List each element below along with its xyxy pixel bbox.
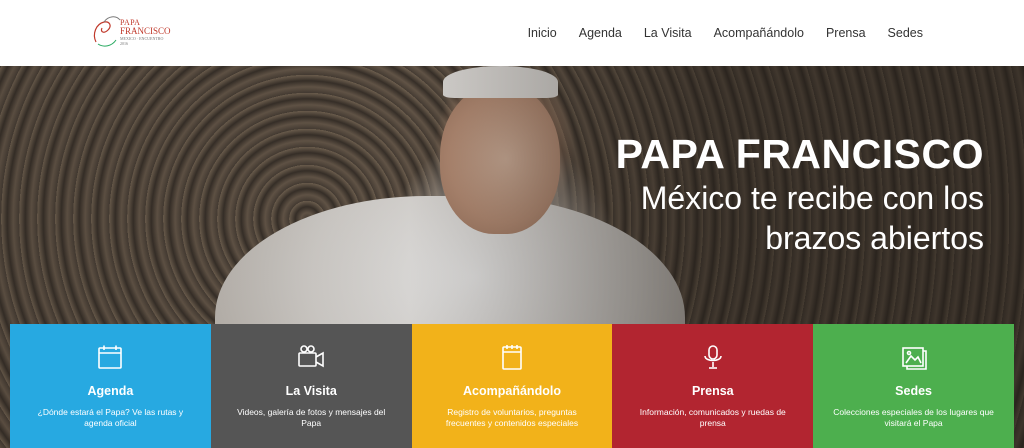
- nav-inicio[interactable]: Inicio: [517, 26, 568, 40]
- card-prensa-title: Prensa: [691, 384, 734, 398]
- nav-sedes[interactable]: Sedes: [877, 26, 934, 40]
- card-la-visita-desc: Videos, galería de fotos y mensajes del …: [237, 407, 386, 428]
- card-acompanandolo-title: Acompañándolo: [463, 384, 561, 398]
- logo-line-2: FRANCISCO: [120, 26, 171, 36]
- card-sedes[interactable]: Sedes Colecciones especiales de los luga…: [813, 324, 1014, 448]
- calendar-icon: [10, 344, 211, 370]
- nav-acompanandolo[interactable]: Acompañándolo: [703, 26, 815, 40]
- hero-subtitle-line-2: brazos abiertos: [765, 220, 984, 256]
- card-la-visita-title: La Visita: [285, 384, 337, 398]
- card-agenda-title: Agenda: [87, 384, 134, 398]
- papa-francisco-logo[interactable]: PAPA FRANCISCO MEXICO · ENCUENTRO 2016: [90, 12, 171, 54]
- card-acompanandolo[interactable]: Acompañándolo Registro de voluntarios, p…: [411, 324, 613, 448]
- microphone-icon: [612, 344, 813, 370]
- main-nav: Inicio Agenda La Visita Acompañándolo Pr…: [517, 0, 934, 66]
- nav-la-visita[interactable]: La Visita: [633, 26, 703, 40]
- hero-heading: PAPA FRANCISCO México te recibe con los …: [616, 130, 984, 258]
- site-header: PAPA FRANCISCO MEXICO · ENCUENTRO 2016 I…: [0, 0, 1024, 66]
- card-prensa[interactable]: Prensa Información, comunicados y ruedas…: [612, 324, 814, 448]
- nav-agenda[interactable]: Agenda: [568, 26, 633, 40]
- card-sedes-title: Sedes: [895, 384, 932, 398]
- card-sedes-desc: Colecciones especiales de los lugares qu…: [833, 407, 994, 428]
- card-agenda[interactable]: Agenda ¿Dónde estará el Papa? Ve las rut…: [10, 324, 211, 448]
- picture-icon: [813, 344, 1014, 370]
- card-la-visita[interactable]: La Visita Videos, galería de fotos y men…: [210, 324, 412, 448]
- video-camera-icon: [211, 344, 412, 370]
- feature-cards: Agenda ¿Dónde estará el Papa? Ve las rut…: [10, 324, 1014, 448]
- card-acompanandolo-desc: Registro de voluntarios, preguntas frecu…: [445, 407, 579, 428]
- hero-subtitle-line-1: México te recibe con los: [640, 180, 984, 216]
- card-agenda-desc: ¿Dónde estará el Papa? Ve las rutas y ag…: [37, 407, 184, 428]
- notepad-icon: [412, 344, 613, 370]
- hero-title: PAPA FRANCISCO: [615, 131, 984, 177]
- logo-text: PAPA FRANCISCO MEXICO · ENCUENTRO 2016: [120, 18, 171, 46]
- card-prensa-desc: Información, comunicados y ruedas de pre…: [639, 407, 786, 428]
- nav-prensa[interactable]: Prensa: [815, 26, 877, 40]
- logo-line-3: MEXICO · ENCUENTRO 2016: [120, 36, 164, 46]
- dove-icon: [93, 16, 121, 47]
